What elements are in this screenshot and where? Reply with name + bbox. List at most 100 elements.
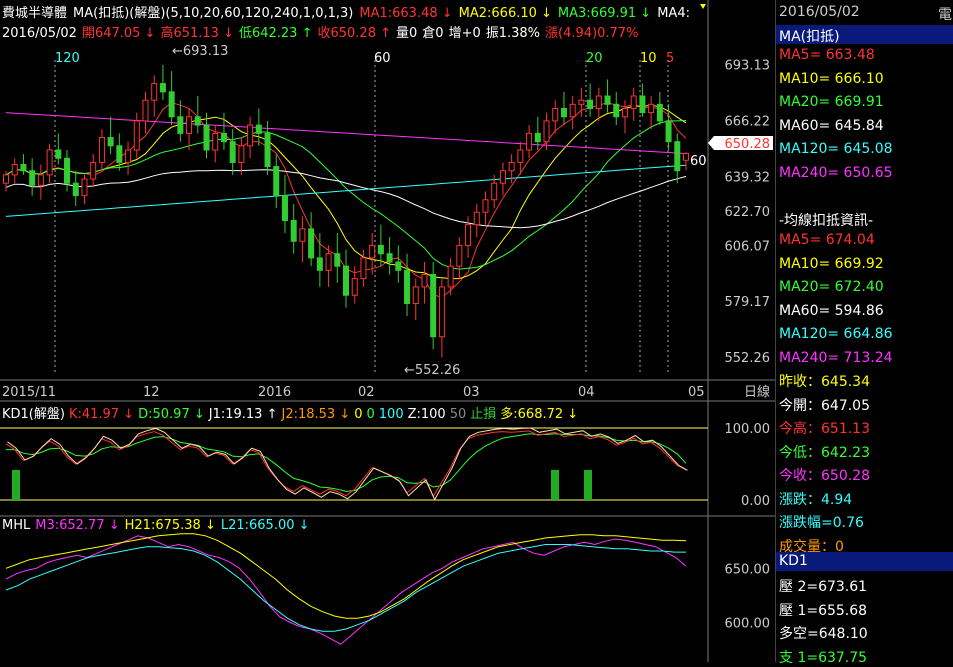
- ma60-end-label: 60: [690, 154, 707, 169]
- candle-body-69: [604, 95, 611, 105]
- ma-row-3: MA60= 645.84: [779, 117, 884, 134]
- kd-row-1: 壓 1=655.68: [779, 602, 868, 619]
- candle-body-40: [351, 278, 358, 296]
- last-price-value: 650.28: [725, 137, 771, 152]
- x-label-5: 04: [578, 385, 595, 400]
- ma60-line: [5, 169, 687, 229]
- header1-item-5: MA4:: [657, 6, 690, 21]
- candle-body-4: [37, 174, 44, 186]
- x-label-2: 2016: [258, 385, 291, 400]
- candle-body-45: [395, 261, 402, 271]
- candle-body-55: [482, 199, 489, 213]
- kd-row-3: 支 1=637.75: [779, 649, 868, 666]
- candle-body-77: [674, 141, 681, 172]
- candle-body-0: [3, 174, 9, 184]
- candle-body-66: [578, 99, 585, 105]
- ma-header-bar[interactable]: MA(扣抵): [776, 25, 953, 45]
- price-tick-5: 579.17: [725, 295, 771, 310]
- candle-body-65: [569, 103, 576, 118]
- header1-item-1: MA(扣抵)(解盤)(5,10,20,60,120,240,1,0,1,3): [73, 6, 354, 21]
- header2-item-1: 開647.05 ↓: [81, 26, 156, 41]
- mhl-legend-item-0: MHL: [2, 518, 31, 533]
- price-tick-6: 552.26: [725, 351, 771, 366]
- candle-body-76: [665, 120, 672, 143]
- candle-body-51: [447, 265, 454, 288]
- candle-body-12: [107, 137, 114, 147]
- header1-item-4: MA3:669.91 ↓: [557, 6, 652, 21]
- candle-body-78: [683, 153, 689, 161]
- ma-row-4: MA120= 645.08: [779, 141, 893, 157]
- price-tick-3: 622.70: [725, 205, 771, 220]
- kd-legend-item-6: 0: [366, 407, 375, 422]
- kd-tick-1: 0.00: [741, 494, 770, 509]
- candle-body-53: [465, 224, 472, 246]
- candle-body-60: [526, 132, 533, 151]
- kd-row-0: 壓 2=673.61: [779, 579, 868, 595]
- candle-body-8: [72, 182, 79, 197]
- candle-body-47: [412, 286, 419, 305]
- candle-body-42: [369, 244, 376, 259]
- mhl-legend-item-3: L21:665.00 ↓: [220, 518, 310, 533]
- candle-body-35: [308, 228, 315, 259]
- candle-body-50: [438, 286, 445, 338]
- candle-body-15: [133, 120, 140, 151]
- candle-body-28: [247, 124, 254, 147]
- header2-item-3: 低642.23 ↑: [238, 26, 313, 41]
- candle-body-38: [334, 253, 341, 267]
- candle-body-24: [212, 132, 219, 151]
- candle-body-32: [281, 195, 288, 222]
- quote-row-4: 今收：650.28: [779, 468, 870, 484]
- quote-row-5: 漲跌：4.94: [779, 491, 853, 508]
- x-label-1: 12: [143, 385, 160, 400]
- chart-header-line2: 2016/05/02 開647.05 ↓ 高651.13 ↓ 低642.23 ↑ 收65…: [2, 22, 643, 41]
- candle-body-30: [264, 132, 271, 168]
- ma-row-1: MA10= 666.10: [779, 70, 884, 87]
- chart-canvas[interactable]: 693.13 666.22 639.32 622.70 606.07 579.17 552.…: [0, 0, 775, 662]
- x-label-3: 02: [358, 385, 375, 400]
- candle-body-68: [595, 95, 602, 109]
- candle-body-25: [220, 132, 227, 143]
- candle-body-56: [491, 182, 498, 201]
- candle-body-75: [656, 103, 663, 122]
- candle-body-70: [613, 103, 620, 118]
- deduct-row-0: MA5= 674.04: [779, 232, 875, 248]
- kd-row-2: 多空=648.10: [779, 626, 868, 642]
- candle-body-64: [560, 107, 567, 118]
- header2-item-0: 2016/05/02: [2, 26, 77, 41]
- price-tick-4: 606.07: [725, 239, 771, 254]
- count-label-5: 5: [666, 51, 674, 66]
- quote-row-6: 漲跌幅=0.76: [779, 515, 864, 531]
- x-label-0: 2015/11: [2, 385, 56, 400]
- quote-row-1: 今開：647.05: [779, 397, 870, 414]
- candle-body-21: [186, 116, 193, 134]
- candle-body-72: [630, 95, 637, 109]
- candle-body-2: [20, 164, 27, 172]
- candle-body-37: [325, 253, 332, 271]
- kd-signal-bar-0: [12, 470, 20, 500]
- ma120-line: [5, 164, 687, 217]
- kd-legend-item-0: KD1(解盤): [2, 407, 65, 422]
- kd-legend: KD1(解盤) K:41.97 ↓ D:50.97 ↓ J1:19.13 ↑ J2:18…: [2, 403, 582, 422]
- deduct-row-2: MA20= 672.40: [779, 279, 884, 295]
- mhl-legend-item-1: M3:652.77 ↓: [35, 518, 120, 533]
- header2-item-8: 振1.38%: [485, 26, 541, 41]
- price-tick-1: 666.22: [725, 114, 771, 129]
- candle-body-52: [456, 244, 463, 267]
- candle-body-18: [159, 83, 166, 93]
- candle-body-31: [273, 166, 280, 197]
- candle-body-34: [299, 228, 306, 242]
- header2-item-4: 收650.28 ↑: [317, 26, 391, 41]
- kd-legend-item-3: J1:19.13 ↑: [208, 407, 278, 422]
- kd-legend-item-2: D:50.97 ↓: [138, 407, 205, 422]
- candle-body-19: [168, 91, 175, 118]
- candle-body-3: [29, 170, 36, 186]
- candle-body-54: [473, 211, 480, 226]
- kd-legend-item-11: 多:668.72 ↓: [500, 407, 579, 422]
- kd-header-bar[interactable]: KD1: [776, 552, 953, 571]
- sidebar-corner-label: 電: [938, 7, 952, 23]
- cursor-marker-icon: [700, 4, 706, 9]
- candle-body-43: [377, 244, 384, 255]
- candle-body-13: [116, 145, 123, 163]
- count-label-60: 60: [374, 51, 391, 66]
- mhl-tick-0: 650.00: [725, 562, 771, 577]
